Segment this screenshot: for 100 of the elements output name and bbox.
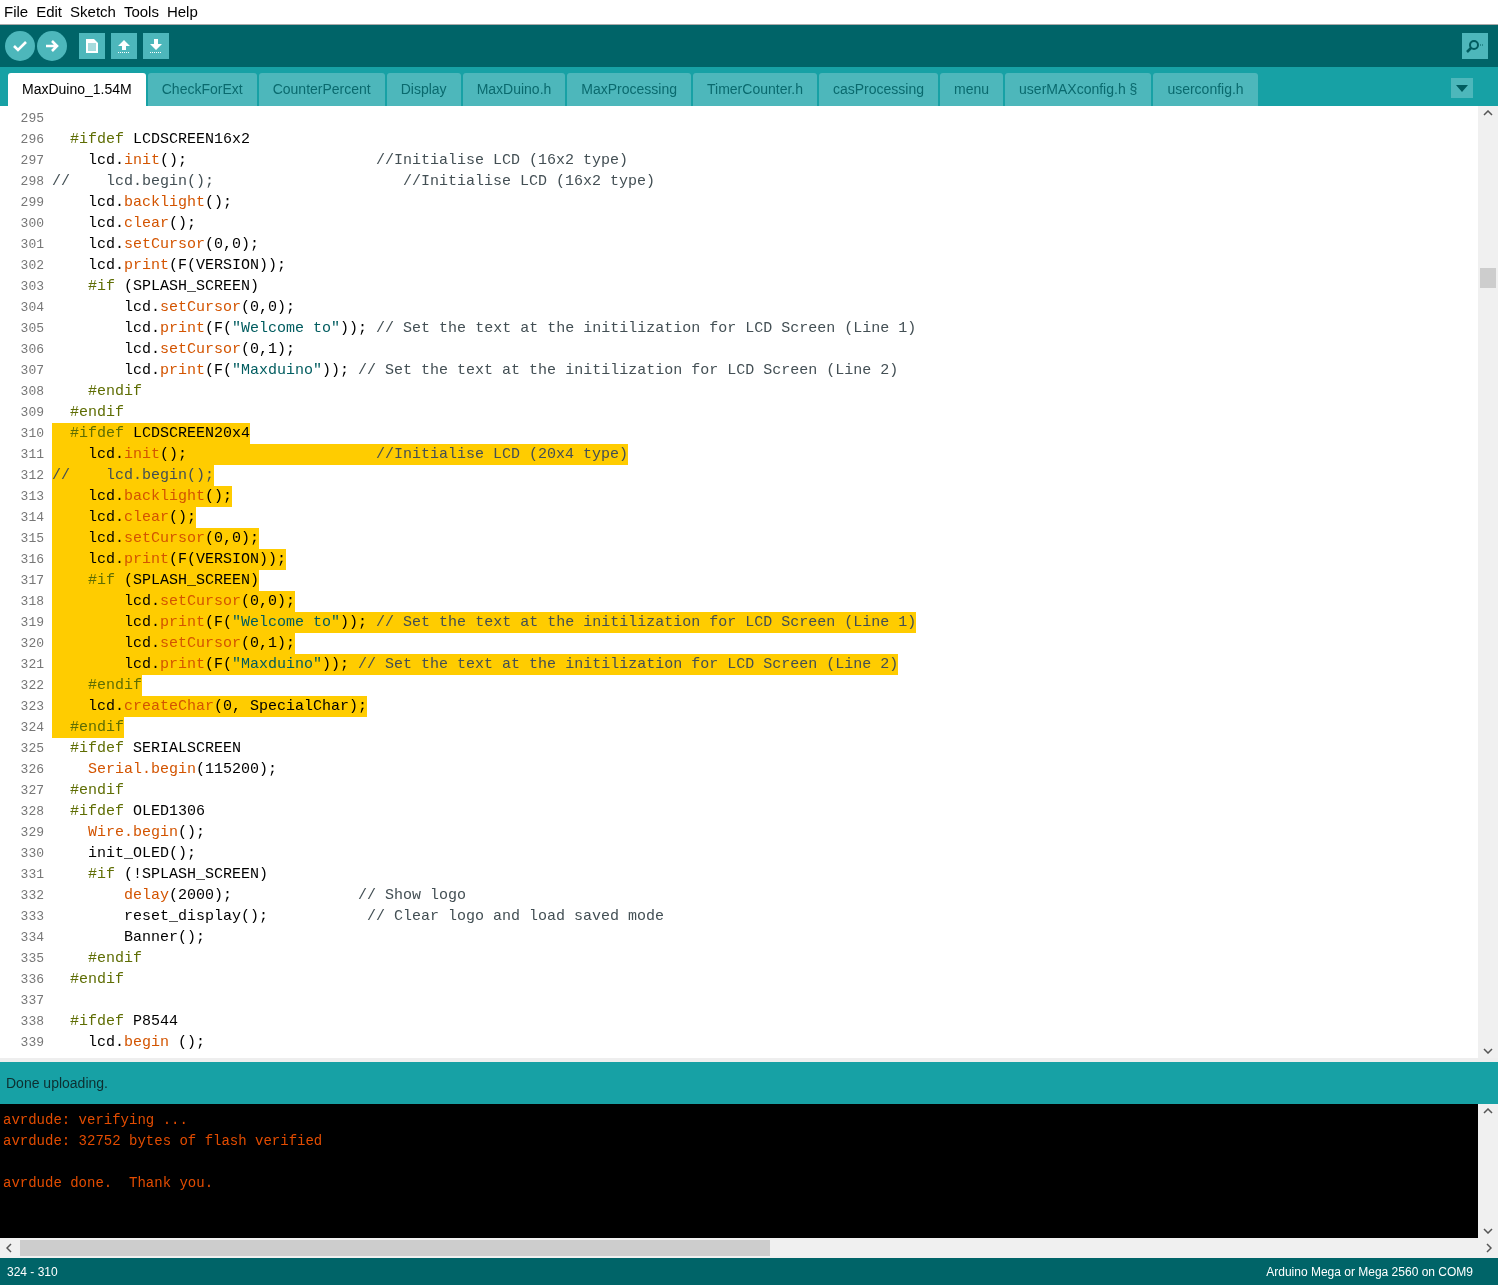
code-line: #ifdef SERIALSCREEN xyxy=(69,739,242,759)
top-bar-command[interactable]: Edit xyxy=(36,0,63,24)
console-line: avrdude done. Thank you. xyxy=(3,1174,215,1193)
tab-menu-button[interactable] xyxy=(1451,78,1473,98)
line-number: 295 xyxy=(19,109,45,128)
arrow-down-icon xyxy=(148,38,164,54)
console-scrollbar[interactable] xyxy=(1478,1104,1498,1238)
top-bar-command[interactable]: Tools xyxy=(123,0,159,24)
line-number: 335 xyxy=(19,949,45,968)
chevron-up-icon xyxy=(1483,110,1493,116)
top-bar-command[interactable]: File xyxy=(4,0,29,24)
line-number: 337 xyxy=(19,991,45,1010)
new-sketch-button[interactable] xyxy=(79,33,105,59)
arrow-right-icon xyxy=(44,38,60,54)
line-number: 333 xyxy=(19,907,45,926)
editor-tab[interactable]: MaxProcessing xyxy=(567,73,692,106)
line-number: 310 xyxy=(19,424,45,443)
save-button[interactable] xyxy=(143,33,169,59)
line-number: 318 xyxy=(19,592,45,611)
code-line: #ifdef LCDSCREEN16x2 xyxy=(69,130,251,150)
scrollbar-thumb[interactable] xyxy=(1480,268,1496,288)
code-line: // lcd.begin(); //Initialise LCD (16x2 type) xyxy=(52,172,656,192)
line-number: 327 xyxy=(19,781,45,800)
code-line: reset_display(); // Clear logo and load saved mode xyxy=(123,907,665,927)
horizontal-scrollbar[interactable] xyxy=(0,1238,1498,1258)
editor-tab[interactable]: userconfig.h xyxy=(1153,73,1258,106)
code-line: lcd.begin (); xyxy=(87,1033,206,1053)
code-line: #endif xyxy=(69,970,124,990)
top-bar-command[interactable]: Sketch xyxy=(70,0,116,24)
verify-button[interactable] xyxy=(5,31,35,61)
editor-tab[interactable]: Display xyxy=(386,73,461,106)
code-line: #endif xyxy=(87,382,142,402)
line-number: 328 xyxy=(19,802,45,821)
line-number: 320 xyxy=(19,634,45,653)
line-number: 312 xyxy=(19,466,45,485)
code-line: lcd.backlight(); xyxy=(87,193,233,213)
line-number: 329 xyxy=(19,823,45,842)
console-line: avrdude: verifying ... xyxy=(3,1111,189,1130)
caret-down-icon xyxy=(1456,84,1468,92)
vertical-scrollbar[interactable] xyxy=(1478,106,1498,1058)
line-number: 306 xyxy=(19,340,45,359)
line-number: 307 xyxy=(19,361,45,380)
editor-tab[interactable]: CheckForExt xyxy=(147,73,257,106)
search-icon xyxy=(1465,38,1485,54)
line-number: 317 xyxy=(19,571,45,590)
line-number: 321 xyxy=(19,655,45,674)
upload-button[interactable] xyxy=(37,31,67,61)
chevron-up-icon xyxy=(1483,1108,1493,1114)
code-line: lcd.print(F("Welcome to")); // Set the text at the initilization for LCD Screen (Line 1) xyxy=(123,319,917,339)
code-line: delay(2000); // Show logo xyxy=(123,886,467,906)
chevron-left-icon xyxy=(6,1243,12,1253)
editor-tab[interactable]: casProcessing xyxy=(819,73,939,106)
line-number: 339 xyxy=(19,1033,45,1052)
top-bar-command[interactable]: Help xyxy=(166,0,198,24)
code-line: init_OLED(); xyxy=(87,844,197,864)
line-number: 319 xyxy=(19,613,45,632)
editor-tab[interactable]: TimerCounter.h xyxy=(693,73,817,106)
code-line: #if (!SPLASH_SCREEN) xyxy=(87,865,269,885)
line-number: 325 xyxy=(19,739,45,758)
line-number: 331 xyxy=(19,865,45,884)
code-line: lcd.clear(); xyxy=(87,214,197,234)
line-number: 308 xyxy=(19,382,45,401)
line-number: 332 xyxy=(19,886,45,905)
line-number: 330 xyxy=(19,844,45,863)
line-number: 302 xyxy=(19,256,45,275)
open-button[interactable] xyxy=(111,33,137,59)
code-line: lcd.print(F("Maxduino")); // Set the text at the initilization for LCD Screen (Line 2) xyxy=(123,361,899,381)
line-number: 305 xyxy=(19,319,45,338)
code-line: lcd.setCursor(0,0); xyxy=(87,235,260,255)
code-line: lcd.setCursor(0,0); xyxy=(123,298,296,318)
serial-monitor-button[interactable] xyxy=(1462,33,1488,59)
arrow-up-icon xyxy=(116,38,132,54)
line-number: 297 xyxy=(19,151,45,170)
editor-tab[interactable]: userMAXconfig.h § xyxy=(1005,73,1152,106)
line-number: 303 xyxy=(19,277,45,296)
editor-tab[interactable]: MaxDuino_1.54M xyxy=(8,73,146,106)
editor-tab[interactable]: CounterPercent xyxy=(258,73,385,106)
code-line: Serial.begin(115200); xyxy=(87,760,278,780)
line-number: 338 xyxy=(19,1012,45,1031)
code-line: #ifdef P8544 xyxy=(69,1012,179,1032)
line-number: 299 xyxy=(19,193,45,212)
code-line: #ifdef OLED1306 xyxy=(69,802,206,822)
line-number: 315 xyxy=(19,529,45,548)
code-line: lcd.init(); //Initialise LCD (16x2 type) xyxy=(87,151,629,171)
editor-tab[interactable]: MaxDuino.h xyxy=(462,73,566,106)
code-line: lcd.setCursor(0,1); xyxy=(123,340,296,360)
line-number: 300 xyxy=(19,214,45,233)
line-number: 313 xyxy=(19,487,45,506)
code-line: #endif xyxy=(69,403,124,423)
editor-tab[interactable]: menu xyxy=(940,73,1004,106)
code-line: Wire.begin(); xyxy=(87,823,206,843)
line-number: 326 xyxy=(19,760,45,779)
line-number: 322 xyxy=(19,676,45,695)
line-number: 324 xyxy=(19,718,45,737)
code-line: #if (SPLASH_SCREEN) xyxy=(87,277,260,297)
document-icon xyxy=(85,38,99,54)
scrollbar-thumb[interactable] xyxy=(20,1240,770,1256)
line-number: 296 xyxy=(19,130,45,149)
line-number: 301 xyxy=(19,235,45,254)
line-number: 304 xyxy=(19,298,45,317)
